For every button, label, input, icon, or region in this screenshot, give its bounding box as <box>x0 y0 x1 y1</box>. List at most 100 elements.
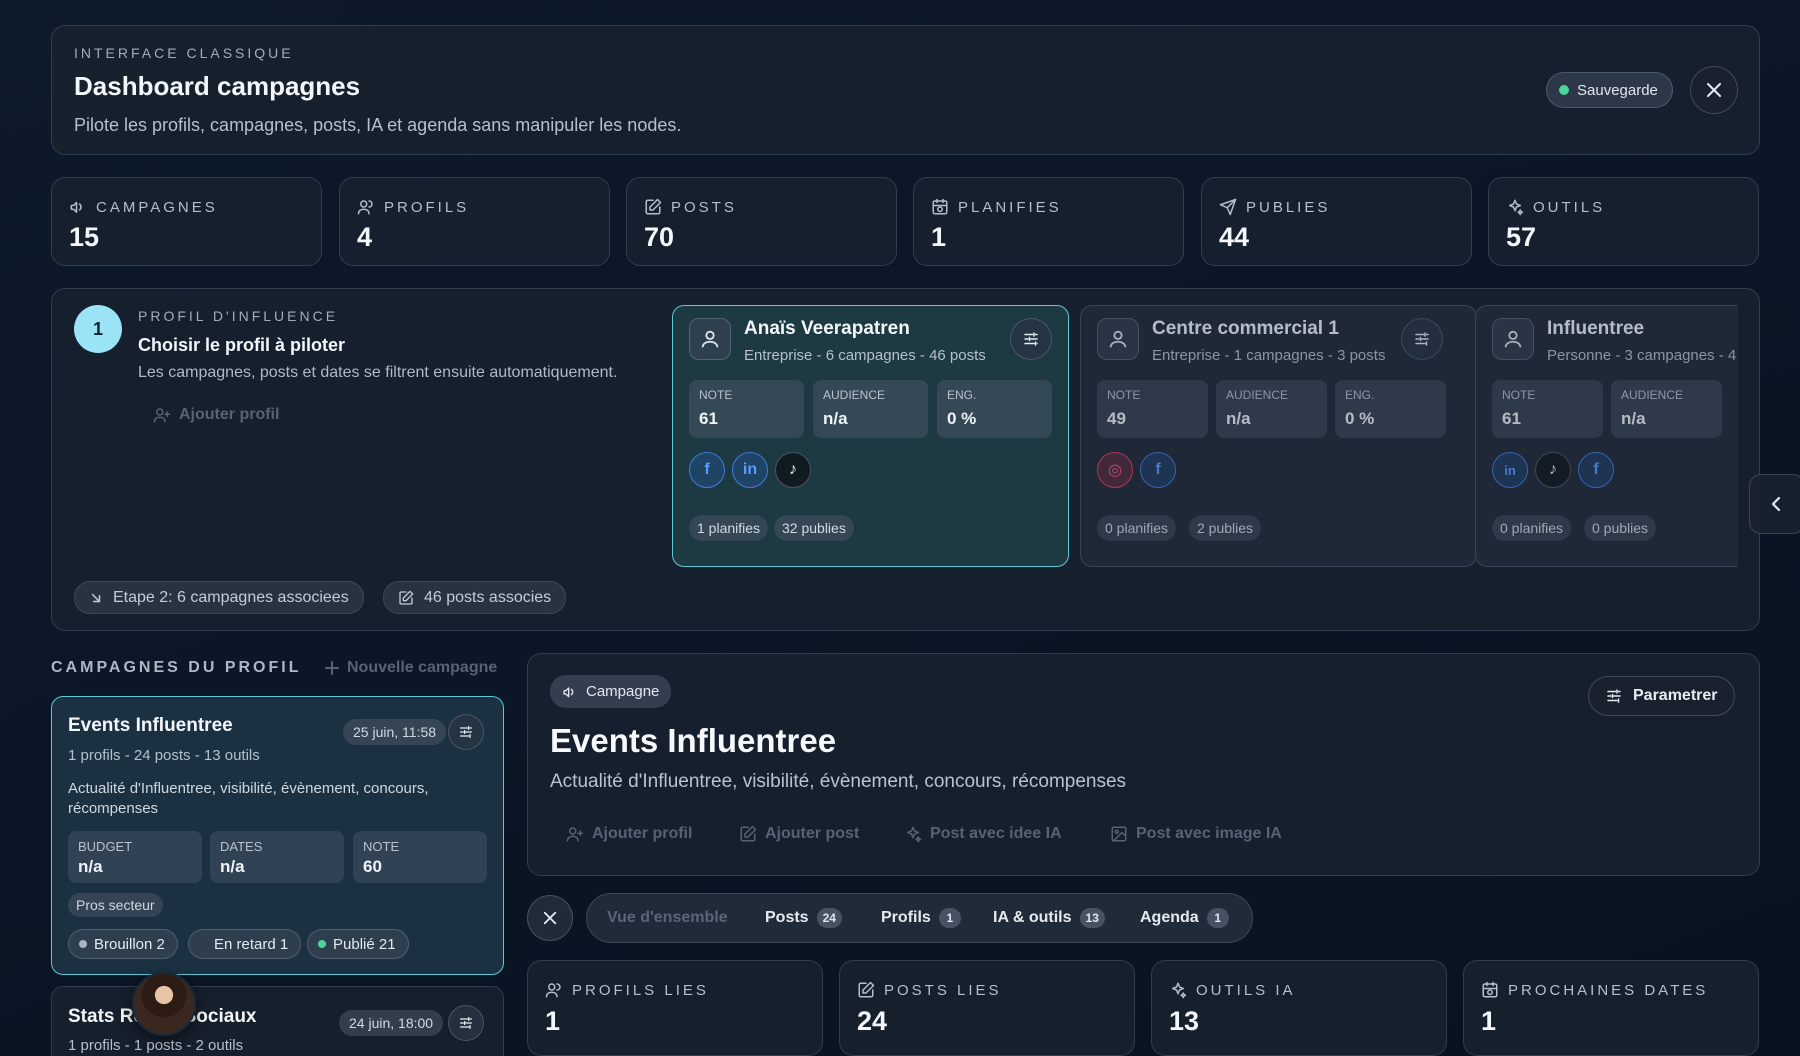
tab-label: Vue d'ensemble <box>607 909 728 926</box>
stat-label: PLANIFIES <box>958 198 1062 216</box>
stat-label: BUDGET <box>78 839 133 854</box>
tiktok-icon[interactable]: ♪ <box>1535 452 1571 488</box>
sliders-icon <box>460 726 472 738</box>
save-status-badge: Sauvegarde <box>1546 72 1673 108</box>
facebook-icon[interactable]: f <box>1578 452 1614 488</box>
profile-card-influentree[interactable]: Influentree Personne - 3 campagnes - 4 N… <box>1475 305 1738 567</box>
campaign-meta: 1 profils - 1 posts - 2 outils <box>68 1037 244 1054</box>
stat-label: OUTILS <box>1533 198 1606 216</box>
stat-label: POSTS LIES <box>884 981 1002 999</box>
tab-overview[interactable]: Vue d'ensemble <box>607 894 728 942</box>
status-publie[interactable]: Publié 21 <box>307 929 409 959</box>
status-dot <box>199 940 207 948</box>
stat-profils: PROFILS 4 <box>339 177 610 266</box>
stat-value: 1 <box>545 1006 561 1036</box>
sparkles-icon <box>907 826 922 843</box>
action-post-image-ai-button[interactable]: Post avec image IA <box>1110 825 1282 843</box>
action-add-post-button[interactable]: Ajouter post <box>739 825 859 843</box>
step2-pill[interactable]: Etape 2: 6 campagnes associees <box>74 581 364 614</box>
profile-stat-audience: AUDIENCE n/a <box>1611 380 1722 438</box>
stat-label: PROFILS <box>384 198 470 216</box>
posts-associated-pill[interactable]: 46 posts associes <box>383 581 567 614</box>
stat-label: NOTE <box>1107 388 1141 402</box>
stat-posts-lies: POSTS LIES 24 <box>839 960 1135 1056</box>
stat-publies: PUBLIES 44 <box>1201 177 1472 266</box>
section-subtitle: Les campagnes, posts et dates se filtren… <box>138 364 618 381</box>
megaphone-icon <box>563 686 574 697</box>
profile-chip-publies: 32 publies <box>774 515 854 541</box>
page-subtitle: Pilote les profils, campagnes, posts, IA… <box>74 115 682 135</box>
calendar-clock-icon <box>1482 981 1498 998</box>
profile-selector-section: 1 PROFIL D'INFLUENCE Choisir le profil à… <box>51 288 1760 631</box>
profile-stat-engagement: ENG. 0 % <box>1335 380 1446 438</box>
tab-posts[interactable]: Posts 24 <box>765 894 842 942</box>
section-eyebrow: PROFIL D'INFLUENCE <box>138 308 339 324</box>
tiktok-icon[interactable]: ♪ <box>775 452 811 488</box>
tab-profils[interactable]: Profils 1 <box>881 894 961 942</box>
dashboard-header: INTERFACE CLASSIQUE Dashboard campagnes … <box>51 25 1760 155</box>
campaign-settings-button[interactable] <box>448 1005 484 1041</box>
campaign-detail-title: Events Influentree <box>550 722 837 759</box>
profile-settings-button[interactable] <box>1401 318 1443 360</box>
campaign-settings-button[interactable] <box>448 714 484 750</box>
section-title: Choisir le profil à piloter <box>138 335 346 355</box>
facebook-icon[interactable]: f <box>689 452 725 488</box>
status-label: Brouillon 2 <box>94 935 165 953</box>
profile-avatar <box>1097 318 1139 360</box>
status-en-retard[interactable]: En retard 1 <box>188 929 302 959</box>
status-brouillon[interactable]: Brouillon 2 <box>68 929 178 959</box>
chevron-left-icon <box>1771 496 1781 512</box>
edit-icon <box>740 825 757 842</box>
stat-label: NOTE <box>1502 388 1536 402</box>
plus-icon <box>325 661 339 675</box>
image-icon <box>1111 826 1127 842</box>
campaign-date: 24 juin, 18:00 <box>339 1010 444 1036</box>
tab-agenda[interactable]: Agenda 1 <box>1140 894 1229 942</box>
add-profile-button[interactable]: Ajouter profil <box>153 406 279 424</box>
edit-icon <box>399 590 414 605</box>
stat-label: OUTILS IA <box>1196 981 1296 999</box>
stat-value: 0 % <box>1345 409 1375 428</box>
stat-value: n/a <box>823 409 848 428</box>
user-plus-icon <box>153 408 171 423</box>
campaign-card-stats[interactable]: Stats Re t Sociaux 24 juin, 18:00 1 profi… <box>51 986 504 1056</box>
arrow-down-right-icon <box>91 593 101 602</box>
edit-icon <box>858 981 875 998</box>
users-icon <box>545 983 561 998</box>
linkedin-icon[interactable]: in <box>732 452 768 488</box>
profile-stat-note: NOTE 49 <box>1097 380 1208 438</box>
campaign-card-events[interactable]: Events Influentree 25 juin, 11:58 1 prof… <box>51 696 504 975</box>
user-avatar[interactable] <box>132 972 196 1036</box>
parametrer-button[interactable]: Parametrer <box>1588 676 1735 716</box>
sliders-icon <box>1415 332 1429 346</box>
stat-label: DATES <box>220 839 263 854</box>
facebook-icon[interactable]: f <box>1140 452 1176 488</box>
campaign-meta: 1 profils - 24 posts - 13 outils <box>68 747 260 764</box>
campaign-detail-description: Actualité d'Influentree, visibilité, évè… <box>550 771 1127 792</box>
profile-chip-publies: 0 publies <box>1584 515 1657 541</box>
stat-campagnes: CAMPAGNES 15 <box>51 177 322 266</box>
action-label: Ajouter post <box>765 825 860 842</box>
tab-label: Agenda <box>1140 909 1199 926</box>
linkedin-icon[interactable]: in <box>1492 452 1528 488</box>
stat-label: AUDIENCE <box>1226 388 1289 402</box>
collapse-panel-button[interactable] <box>1749 474 1800 534</box>
stat-value: 1 <box>1481 1006 1497 1036</box>
stat-value: 0 % <box>947 409 977 428</box>
user-icon <box>1504 330 1522 348</box>
instagram-icon[interactable]: ◎ <box>1097 452 1133 488</box>
profile-settings-button[interactable] <box>1010 318 1052 360</box>
profile-card-anais[interactable]: Anaïs Veerapatren Entreprise - 6 campagn… <box>672 305 1069 567</box>
sliders-icon <box>460 1017 472 1029</box>
audience-tag: Pros secteur <box>68 893 163 917</box>
profile-card-centre-commercial[interactable]: Centre commercial 1 Entreprise - 1 campa… <box>1080 305 1477 567</box>
new-campaign-button[interactable]: Nouvelle campagne <box>325 659 497 677</box>
tab-ia-outils[interactable]: IA & outils 13 <box>993 894 1105 942</box>
action-add-profile-button[interactable]: Ajouter profil <box>566 825 692 843</box>
action-label: Ajouter profil <box>592 825 693 842</box>
tab-label: Posts <box>765 909 809 926</box>
profile-chip-planifies: 0 planifies <box>1492 515 1572 541</box>
action-post-idea-ai-button[interactable]: Post avec idee IA <box>904 825 1062 843</box>
close-dashboard-button[interactable] <box>1690 66 1738 114</box>
close-detail-button[interactable] <box>527 895 573 941</box>
